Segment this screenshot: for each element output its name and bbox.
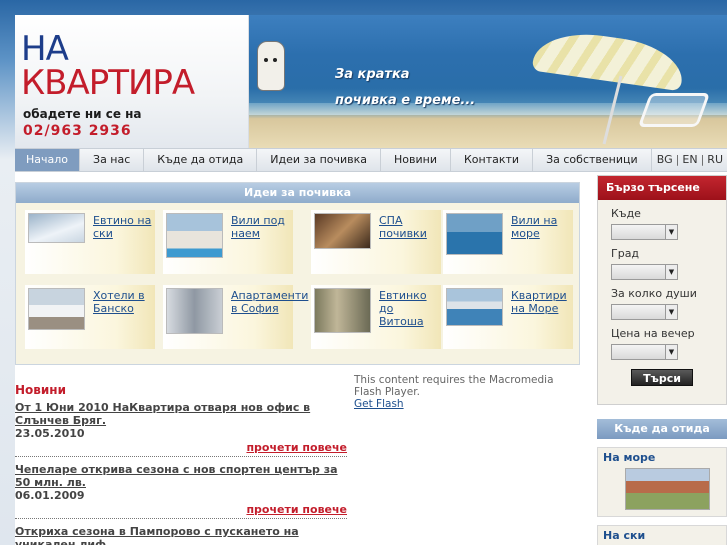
main-nav: Начало За нас Къде да отида Идеи за почи… (15, 148, 727, 172)
ski-photo-icon[interactable] (28, 213, 85, 243)
slogan-line-2: почивка е време... (335, 93, 476, 108)
sea-house-photo-icon[interactable] (625, 468, 710, 510)
price-label: Цена на вечер (611, 327, 695, 340)
nav-news[interactable]: Новини (381, 149, 451, 171)
villa-photo-icon[interactable] (166, 213, 223, 258)
language-switcher: BG | EN | RU (656, 153, 723, 166)
idea-card[interactable]: Апартаменти в София (163, 285, 308, 349)
chevron-down-icon[interactable]: ▼ (665, 305, 677, 319)
news-title: Новини (15, 383, 66, 397)
phone-number: 02/963 2936 (23, 123, 132, 139)
news-date: 06.01.2009 (15, 489, 85, 502)
chevron-down-icon[interactable]: ▼ (665, 265, 677, 279)
nav-owners[interactable]: За собственици (533, 149, 652, 171)
vitosha-photo-icon[interactable] (314, 288, 371, 333)
destination-link[interactable]: На море (598, 451, 726, 464)
idea-card[interactable]: Евтинко до Витоша (311, 285, 441, 349)
nav-holiday-ideas[interactable]: Идеи за почивка (257, 149, 382, 171)
idea-card[interactable]: Квартири на Море (443, 285, 573, 349)
nav-where-to-go[interactable]: Къде да отида (144, 149, 258, 171)
idea-card[interactable]: Вили под наем (163, 210, 293, 274)
where-select[interactable]: ▼ (611, 224, 678, 240)
read-more-link[interactable]: прочети повече (15, 503, 347, 516)
nav-about[interactable]: За нас (80, 149, 145, 171)
idea-card[interactable]: Хотели в Банско (25, 285, 155, 349)
price-select[interactable]: ▼ (611, 344, 678, 360)
quick-search-title: Бързо търсене (598, 176, 726, 200)
idea-card[interactable]: Евтино на ски (25, 210, 155, 274)
chevron-down-icon[interactable]: ▼ (665, 345, 677, 359)
logo[interactable]: НА КВАРТИРА обадете ни се на 02/963 2936 (15, 15, 249, 148)
city-select[interactable]: ▼ (611, 264, 678, 280)
idea-link[interactable]: Вили под наем (231, 214, 291, 240)
idea-link[interactable]: Хотели в Банско (93, 289, 153, 315)
spa-photo-icon[interactable] (314, 213, 371, 249)
lang-en[interactable]: EN (682, 153, 697, 166)
slogan-line-1: За кратка (335, 67, 410, 82)
right-sidebar: Бързо търсене Къде ▼ Град ▼ За колко душ… (597, 175, 727, 545)
nav-contacts[interactable]: Контакти (451, 149, 534, 171)
flash-message: This content requires the Macromedia Fla… (354, 374, 554, 398)
guests-label: За колко души (611, 287, 697, 300)
idea-card[interactable]: СПА почивки (311, 210, 441, 274)
get-flash-link[interactable]: Get Flash (354, 398, 574, 410)
idea-card[interactable]: Вили на море (443, 210, 573, 274)
sea-villa-photo-icon[interactable] (446, 213, 503, 255)
sea-rooms-photo-icon[interactable] (446, 288, 503, 326)
beach-umbrella-icon (531, 26, 687, 92)
beach-chair-icon (637, 93, 711, 127)
destinations-box: Къде да отида На море На ски (597, 419, 727, 545)
destination-item[interactable]: На ски (597, 525, 727, 545)
news-headline-link[interactable]: Открихa сезона в Пампорово с пускането н… (15, 525, 347, 545)
read-more-link[interactable]: прочети повече (15, 441, 347, 454)
news-item: Чепеларе открива сезона с нов спортен це… (15, 463, 347, 519)
news-date: 23.05.2010 (15, 427, 85, 440)
holiday-ideas-title: Идеи за почивка (16, 183, 579, 203)
news-section: Новини От 1 Юни 2010 НаКвартира отваря н… (15, 383, 347, 545)
idea-link[interactable]: СПА почивки (379, 214, 439, 240)
lang-bg[interactable]: BG (657, 153, 673, 166)
bansko-photo-icon[interactable] (28, 288, 85, 330)
news-item: Открихa сезона в Пампорово с пускането н… (15, 525, 347, 545)
mascot-icon (257, 41, 285, 91)
news-item: От 1 Юни 2010 НаКвартира отваря нов офис… (15, 401, 347, 457)
header: НА КВАРТИРА обадете ни се на 02/963 2936… (15, 15, 727, 148)
idea-link[interactable]: Евтинко до Витоша (379, 289, 439, 328)
quick-search-box: Бързо търсене Къде ▼ Град ▼ За колко душ… (597, 175, 727, 405)
idea-link[interactable]: Квартири на Море (511, 289, 571, 315)
flash-placeholder: This content requires the Macromedia Fla… (354, 374, 574, 410)
idea-link[interactable]: Евтино на ски (93, 214, 153, 240)
search-button[interactable]: Търси (631, 369, 693, 386)
chevron-down-icon[interactable]: ▼ (665, 225, 677, 239)
idea-link[interactable]: Вили на море (511, 214, 571, 240)
news-headline-link[interactable]: Чепеларе открива сезона с нов спортен це… (15, 463, 347, 489)
phone-label: обадете ни се на (23, 107, 142, 121)
logo-text-bottom: КВАРТИРА (21, 63, 195, 103)
destination-item[interactable]: На море (597, 447, 727, 517)
lang-ru[interactable]: RU (707, 153, 723, 166)
guests-select[interactable]: ▼ (611, 304, 678, 320)
city-label: Град (611, 247, 640, 260)
page: НА КВАРТИРА обадете ни се на 02/963 2936… (15, 15, 727, 545)
destination-link[interactable]: На ски (598, 529, 726, 542)
header-banner: За кратка почивка е време... (249, 15, 727, 148)
sofia-photo-icon[interactable] (166, 288, 223, 334)
destinations-title: Къде да отида (597, 419, 727, 439)
holiday-ideas-panel: Идеи за почивка Евтино на ски Вили под н… (15, 182, 580, 365)
news-headline-link[interactable]: От 1 Юни 2010 НаКвартира отваря нов офис… (15, 401, 347, 427)
where-label: Къде (611, 207, 641, 220)
idea-link[interactable]: Апартаменти в София (231, 289, 308, 315)
nav-home[interactable]: Начало (15, 149, 81, 171)
